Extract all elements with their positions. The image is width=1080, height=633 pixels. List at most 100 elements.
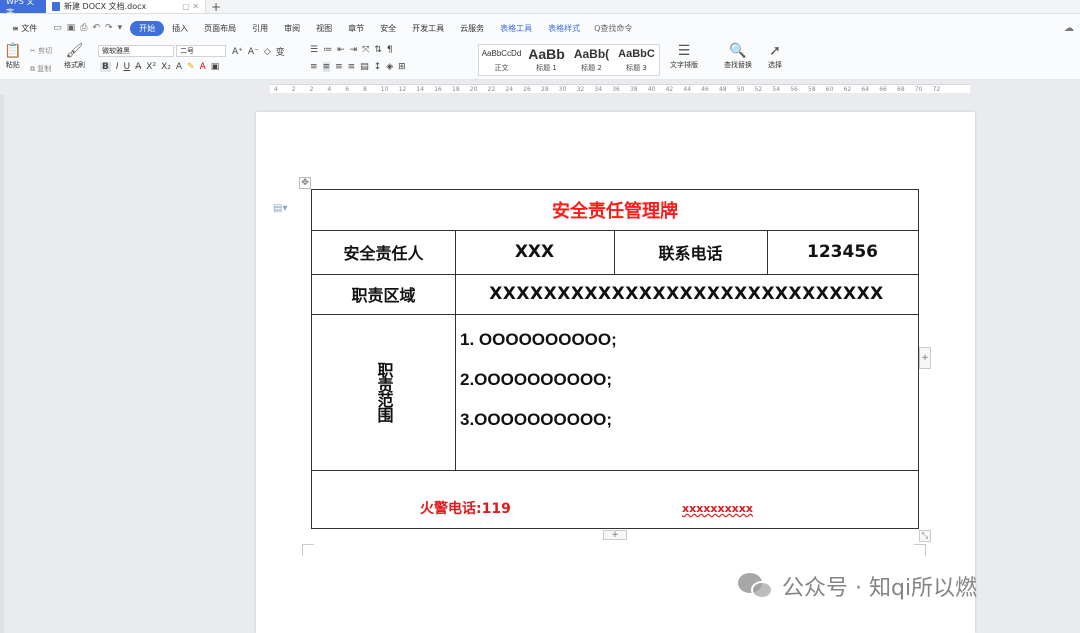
fire-phone-text[interactable]: 火警电话:119 bbox=[420, 498, 511, 518]
scope-item-3[interactable]: 3.OOOOOOOOOO; bbox=[460, 410, 612, 430]
menu-security[interactable]: 安全 bbox=[372, 23, 404, 34]
align-left-icon[interactable]: ≡ bbox=[310, 62, 318, 72]
sort-icon[interactable]: ⇅ bbox=[374, 45, 382, 55]
menu-section[interactable]: 章节 bbox=[340, 23, 372, 34]
font-size-select[interactable]: 二号 bbox=[176, 45, 226, 57]
ruler-tick-label: 72 bbox=[932, 86, 941, 93]
bullet-list-icon[interactable]: ☰ bbox=[310, 45, 318, 55]
menu-home[interactable]: 开始 bbox=[130, 20, 165, 36]
menu-file[interactable]: ≡ 文件 bbox=[4, 23, 45, 34]
responsibility-table[interactable]: 安全责任管理牌 安全责任人 XXX 联系电话 123456 职责区域 XXXXX… bbox=[311, 189, 919, 529]
ruler-tick-label: 18 bbox=[452, 86, 460, 93]
print-icon[interactable]: ⎙ bbox=[80, 23, 87, 33]
horizontal-ruler[interactable]: 4 2 2 4 6 8 10 12 14 16 18 20 22 24 26 28 30 32 34 36 38 40 42… bbox=[0, 81, 1080, 95]
ruler-tick-label: 40 bbox=[647, 86, 656, 93]
highlight-icon[interactable]: ✎ bbox=[187, 62, 195, 72]
strikethrough-icon[interactable]: A̶ bbox=[135, 62, 141, 72]
menu-page-layout[interactable]: 页面布局 bbox=[196, 23, 244, 34]
phone-value[interactable]: 123456 bbox=[767, 230, 918, 274]
menu-table-tools[interactable]: 表格工具 bbox=[492, 23, 540, 34]
redo-icon[interactable]: ↷ bbox=[105, 23, 113, 33]
scope-label[interactable]: 职责范围 bbox=[312, 314, 455, 470]
ruler-tick-label: 36 bbox=[612, 86, 620, 93]
justify-icon[interactable]: ≡ bbox=[348, 62, 356, 72]
text-effect-icon[interactable]: A bbox=[176, 62, 182, 72]
distribute-icon[interactable]: ▤ bbox=[360, 62, 369, 72]
superscript-icon[interactable]: X² bbox=[146, 62, 156, 72]
font-color-icon[interactable]: A bbox=[200, 62, 206, 72]
cursor-icon: ➚ bbox=[769, 43, 781, 59]
shading-icon[interactable]: ◈ bbox=[386, 62, 393, 72]
tab-close-icon[interactable]: ▢ ✕ bbox=[182, 2, 199, 11]
select-button[interactable]: ➚ 选择 bbox=[768, 44, 782, 70]
phone-label[interactable]: 联系电话 bbox=[614, 230, 767, 274]
table-move-handle[interactable]: ✥ bbox=[299, 177, 311, 189]
cloud-icon[interactable]: ☁ bbox=[1064, 23, 1074, 34]
line-spacing-icon[interactable]: ↕ bbox=[374, 62, 382, 72]
responsible-person-label[interactable]: 安全责任人 bbox=[312, 230, 455, 274]
ruler-tick-label: 38 bbox=[630, 86, 638, 93]
search-command[interactable]: Q查找命令 bbox=[588, 23, 632, 34]
new-tab-button[interactable]: + bbox=[206, 0, 226, 14]
more-icon[interactable]: ▾ bbox=[118, 23, 123, 33]
responsible-person-value[interactable]: XXX bbox=[455, 230, 614, 274]
menu-view[interactable]: 视图 bbox=[308, 23, 340, 34]
show-marks-icon[interactable]: ¶ bbox=[387, 45, 393, 55]
scope-item-2[interactable]: 2.OOOOOOOOOO; bbox=[460, 370, 612, 390]
area-label[interactable]: 职责区域 bbox=[312, 274, 455, 314]
style-normal[interactable]: AaBbCcDd 正文 bbox=[479, 45, 524, 75]
paste-button[interactable]: 📋 粘贴 bbox=[4, 44, 21, 70]
save-icon[interactable]: ▣ bbox=[67, 23, 76, 33]
table-title[interactable]: 安全责任管理牌 bbox=[312, 190, 918, 230]
increase-indent-icon[interactable]: ⇥ bbox=[350, 45, 358, 55]
format-painter-button[interactable]: 🖌 格式刷 bbox=[64, 44, 85, 70]
text-layout-button[interactable]: ☰ 文字排版 bbox=[670, 44, 698, 70]
copy-button[interactable]: ⧉ 复制 bbox=[30, 64, 51, 74]
align-right-icon[interactable]: ≡ bbox=[335, 62, 343, 72]
area-value[interactable]: XXXXXXXXXXXXXXXXXXXXXXXXXXXXX bbox=[455, 274, 918, 314]
ruler-tick-label: 62 bbox=[843, 86, 852, 93]
underline-icon[interactable]: U bbox=[124, 62, 131, 72]
undo-icon[interactable]: ↶ bbox=[92, 23, 100, 33]
char-border-icon[interactable]: ▣ bbox=[211, 62, 220, 72]
ruler-tick-label: 66 bbox=[879, 86, 887, 93]
find-replace-button[interactable]: 🔍 查找替换 bbox=[724, 44, 752, 70]
chinese-layout-icon[interactable]: ⤧ bbox=[362, 45, 369, 55]
bold-icon[interactable]: B bbox=[100, 62, 111, 72]
add-row-button[interactable]: + bbox=[603, 530, 627, 540]
style-heading-2[interactable]: AaBb( 标题 2 bbox=[569, 45, 614, 75]
font-name-select[interactable]: 微软雅黑 bbox=[98, 45, 174, 57]
style-heading-3[interactable]: AaBbC 标题 3 bbox=[614, 45, 659, 75]
scope-item-1[interactable]: 1. OOOOOOOOOO; bbox=[460, 330, 617, 350]
ruler-tick-label: 54 bbox=[772, 86, 781, 93]
table-resize-handle[interactable]: ⤡ bbox=[919, 530, 931, 542]
menu-review[interactable]: 审阅 bbox=[276, 23, 308, 34]
menu-table-style[interactable]: 表格样式 bbox=[540, 23, 588, 34]
menu-cloud[interactable]: 云服务 bbox=[452, 23, 492, 34]
open-icon[interactable]: ▭ bbox=[53, 23, 62, 33]
border-icon[interactable]: ⊞ bbox=[398, 62, 406, 72]
add-column-button[interactable]: + bbox=[919, 347, 931, 369]
numbered-list-icon[interactable]: ≔ bbox=[323, 45, 332, 55]
cut-button[interactable]: ✂ 剪切 bbox=[30, 46, 52, 56]
footer-placeholder-text[interactable]: xxxxxxxxxx bbox=[682, 502, 753, 515]
ruler-tick-label: 56 bbox=[790, 86, 798, 93]
ruler-scale: 4 2 2 4 6 8 10 12 14 16 18 20 22 24 26 28 30 32 34 36 38 40 42… bbox=[270, 84, 970, 93]
subscript-icon[interactable]: X₂ bbox=[161, 62, 171, 72]
shrink-font-icon[interactable]: A⁻ bbox=[248, 47, 259, 57]
tab-app[interactable]: WPS 文字 bbox=[0, 0, 46, 17]
phonetic-icon[interactable]: 变 bbox=[276, 45, 285, 58]
paragraph-align-tools: ≡ ≡ ≡ ≡ ▤ ↕ ◈ ⊞ bbox=[310, 62, 406, 72]
ruler-tick-label: 26 bbox=[523, 86, 531, 93]
decrease-indent-icon[interactable]: ⇤ bbox=[337, 45, 345, 55]
menu-developer[interactable]: 开发工具 bbox=[404, 23, 452, 34]
clear-format-icon[interactable]: ◇ bbox=[264, 47, 271, 57]
align-center-icon[interactable]: ≡ bbox=[322, 62, 331, 72]
style-heading-1[interactable]: AaBb 标题 1 bbox=[524, 45, 569, 75]
menu-insert[interactable]: 插入 bbox=[164, 23, 196, 34]
paragraph-icon[interactable]: ▤▾ bbox=[273, 203, 287, 214]
italic-icon[interactable]: I bbox=[116, 62, 119, 72]
grow-font-icon[interactable]: A⁺ bbox=[232, 47, 243, 57]
tab-document[interactable]: 新建 DOCX 文档.docx ▢ ✕ bbox=[46, 0, 206, 13]
menu-references[interactable]: 引用 bbox=[244, 23, 276, 34]
